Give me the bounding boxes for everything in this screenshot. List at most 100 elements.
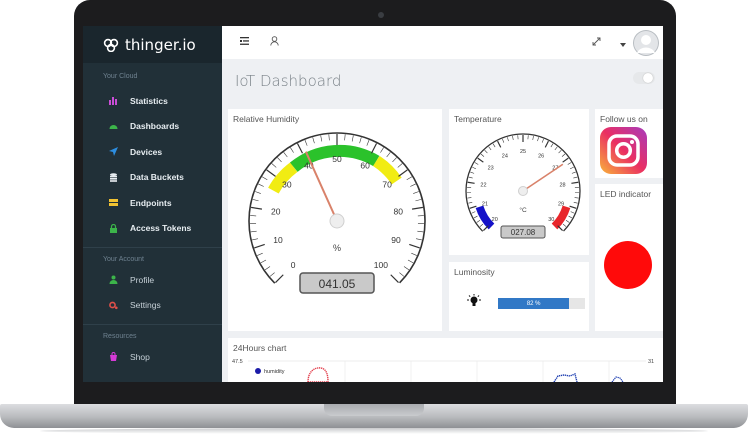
sidebar-item-shop[interactable]: Shop xyxy=(83,344,222,370)
minor-tick xyxy=(573,202,578,204)
minor-tick xyxy=(271,163,277,168)
minor-tick xyxy=(407,259,414,264)
tick-label: 90 xyxy=(391,235,401,245)
major-tick xyxy=(409,243,420,249)
sidebar-item-settings[interactable]: Settings xyxy=(83,293,222,319)
minor-tick xyxy=(473,215,478,219)
major-tick xyxy=(254,243,265,249)
tick-marks: 0102030405060708090100 xyxy=(250,134,424,283)
laptop-screen: thinger.io Your Cloud Statistics Dashboa… xyxy=(83,26,663,382)
minor-tick xyxy=(472,166,477,170)
sidebar-item-data-buckets[interactable]: Data Buckets xyxy=(83,165,222,191)
major-tick xyxy=(477,157,484,163)
major-tick xyxy=(250,206,263,210)
minor-tick xyxy=(474,162,479,165)
minor-tick xyxy=(571,171,576,174)
gauge-needle xyxy=(522,163,564,192)
minor-tick xyxy=(537,137,539,142)
sidebar-item-access-tokens[interactable]: Access Tokens xyxy=(83,216,222,242)
sidebar-item-label: Access Tokens xyxy=(130,223,192,234)
luminosity-widget: Luminosity 82 % xyxy=(449,262,589,331)
sidebar-item-label: Data Buckets xyxy=(130,172,184,183)
minor-tick xyxy=(507,137,509,142)
major-tick xyxy=(497,140,502,148)
chevron-down-icon[interactable] xyxy=(620,39,626,50)
y-axis-left-top: 47.5 xyxy=(232,359,243,365)
tick-label: 70 xyxy=(382,180,392,190)
tick-label: 80 xyxy=(394,206,404,216)
tick-label: 26 xyxy=(538,153,544,159)
sidebar-item-statistics[interactable]: Statistics xyxy=(83,88,222,114)
y-axis-right-top: 31 xyxy=(648,359,654,365)
minor-tick xyxy=(550,143,554,148)
minor-tick xyxy=(397,163,403,168)
minor-tick xyxy=(406,176,413,181)
widget-title: Relative Humidity xyxy=(233,114,300,124)
sidebar-toggle-icon[interactable] xyxy=(240,37,249,48)
minor-tick xyxy=(320,135,323,142)
brand-name: thinger.io xyxy=(125,35,196,54)
avatar[interactable] xyxy=(633,30,659,56)
minor-tick xyxy=(567,162,572,165)
thinger-logo-icon xyxy=(103,38,119,52)
minor-tick xyxy=(415,238,422,241)
laptop-notch xyxy=(324,404,424,416)
minor-tick xyxy=(257,252,263,256)
major-tick xyxy=(571,181,579,184)
major-tick xyxy=(467,181,475,184)
minor-tick xyxy=(277,157,282,163)
minor-tick xyxy=(283,152,288,158)
chart-series-red xyxy=(307,367,329,382)
sidebar-item-label: Dashboards xyxy=(130,121,180,132)
minor-tick xyxy=(569,166,574,170)
luminosity-progress-track: 82 % xyxy=(498,298,585,309)
sidebar-item-label: Endpoints xyxy=(130,197,172,208)
minor-tick xyxy=(484,149,488,154)
sidebar-item-profile[interactable]: Profile xyxy=(83,267,222,293)
minor-tick xyxy=(250,230,257,233)
fullscreen-icon[interactable] xyxy=(592,37,601,49)
minor-tick xyxy=(351,135,354,142)
major-tick xyxy=(296,143,304,154)
major-tick xyxy=(398,169,408,177)
minor-tick xyxy=(570,211,575,214)
minor-tick xyxy=(558,149,562,154)
minor-tick xyxy=(480,153,485,157)
minor-tick xyxy=(554,146,558,151)
top-bar xyxy=(222,26,663,59)
laptop-shadow xyxy=(40,428,708,434)
tick-label: 28 xyxy=(559,183,565,189)
minor-tick xyxy=(399,272,405,277)
section-title-account: Your Account xyxy=(103,256,144,263)
minor-tick xyxy=(470,171,475,174)
minor-tick xyxy=(386,152,391,158)
minor-tick xyxy=(380,147,384,153)
sidebar-item-devices[interactable]: Devices xyxy=(83,139,222,165)
user-outline-icon[interactable] xyxy=(270,36,279,49)
sidebar-item-dashboards[interactable]: Dashboards xyxy=(83,114,222,140)
minor-tick xyxy=(574,197,579,199)
database-icon xyxy=(109,172,118,182)
led-widget: LED indicator xyxy=(595,184,663,331)
major-tick xyxy=(411,206,424,210)
edit-mode-toggle[interactable] xyxy=(633,72,655,84)
bar-chart-icon xyxy=(109,96,118,106)
minor-tick xyxy=(492,143,496,148)
minor-tick xyxy=(562,223,567,227)
minor-tick xyxy=(413,191,419,194)
tick-label: 29 xyxy=(558,201,564,207)
sidebar-item-label: Settings xyxy=(130,300,161,311)
minor-tick xyxy=(541,138,544,143)
humidity-gauge: 0102030405060708090100 % 041.05 xyxy=(248,132,426,310)
minor-tick xyxy=(561,153,566,157)
sidebar-item-endpoints[interactable]: Endpoints xyxy=(83,190,222,216)
rocket-icon xyxy=(109,147,118,157)
instagram-icon[interactable] xyxy=(600,127,647,174)
minor-tick xyxy=(502,138,505,143)
gauge-hub xyxy=(329,213,345,229)
minor-tick xyxy=(260,259,267,264)
minor-tick xyxy=(568,215,573,219)
brand[interactable]: thinger.io xyxy=(83,26,222,63)
page-title: IoT Dashboard xyxy=(235,72,342,90)
minor-tick xyxy=(258,183,264,187)
